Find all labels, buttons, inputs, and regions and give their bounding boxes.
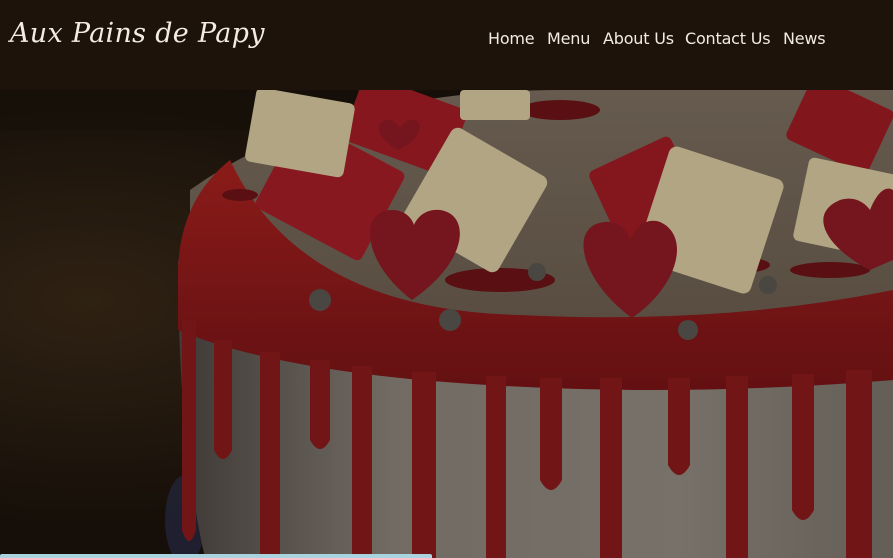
nav-link-news[interactable]: News	[783, 29, 826, 48]
bottom-highlight-strip	[0, 554, 432, 558]
nav-link-contact-us[interactable]: Contact Us	[685, 29, 771, 48]
nav-link-menu[interactable]: Menu	[547, 29, 590, 48]
site-logo[interactable]: Aux Pains de Papy	[10, 18, 265, 49]
hero-banner	[0, 90, 893, 558]
hero-cake-image	[0, 90, 893, 558]
nav-link-about-us[interactable]: About Us	[603, 29, 674, 48]
site-header: Aux Pains de Papy Home Menu About Us Con…	[0, 0, 893, 90]
nav-link-home[interactable]: Home	[488, 29, 535, 48]
